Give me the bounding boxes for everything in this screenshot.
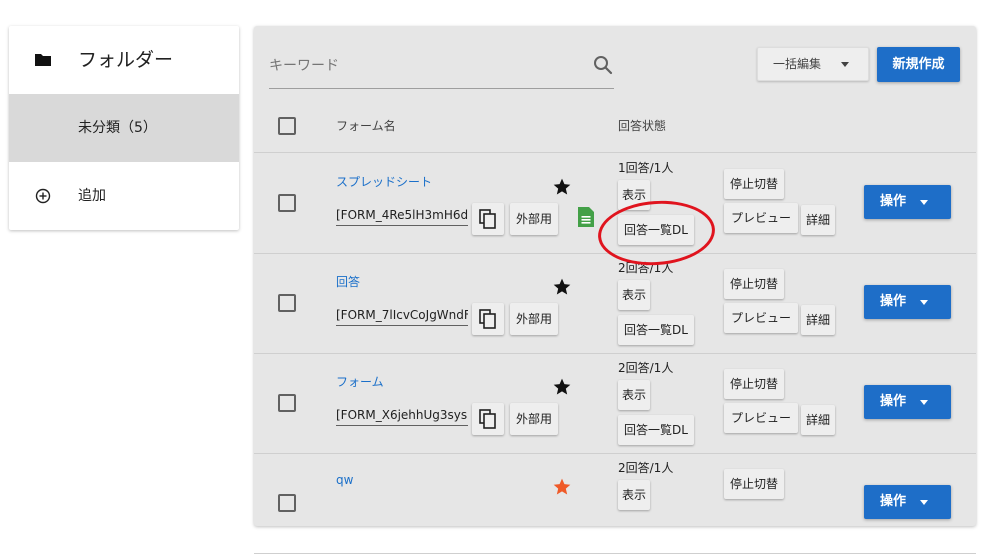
form-id-field[interactable]: [FORM_7lIcvCoJgWndF <box>336 305 468 326</box>
add-circle-icon <box>35 188 51 204</box>
new-form-button[interactable]: 新規作成 <box>877 47 960 82</box>
download-responses-button[interactable]: 回答一覧DL <box>618 315 694 345</box>
chevron-down-icon <box>920 400 928 405</box>
preview-button[interactable]: プレビュー <box>724 203 798 233</box>
chevron-down-icon <box>920 500 928 505</box>
table-row: フォーム [FORM_X6jehhUg3sys3 外部用 2回答/1人 表示 回… <box>254 353 976 454</box>
forms-panel: 一括編集 新規作成 フォーム名 回答状態 スプレッドシート [FORM_4Re5… <box>254 26 976 554</box>
copy-icon <box>479 309 496 329</box>
preview-button[interactable]: プレビュー <box>724 403 798 433</box>
form-name-link[interactable]: フォーム <box>336 373 384 390</box>
operations-label: 操作 <box>880 294 907 309</box>
external-button[interactable]: 外部用 <box>510 203 558 235</box>
bulk-edit-label: 一括編集 <box>773 57 822 71</box>
stop-toggle-button[interactable]: 停止切替 <box>724 269 784 299</box>
row-checkbox[interactable] <box>278 394 296 412</box>
sidebar-item-folder[interactable]: フォルダー <box>9 26 239 94</box>
column-header-status: 回答状態 <box>618 119 667 133</box>
folder-sidebar: フォルダー 未分類（5） 追加 <box>9 26 239 230</box>
search-input[interactable] <box>269 46 579 86</box>
form-id-field[interactable]: [FORM_4Re5lH3mH6dl <box>336 205 468 226</box>
show-button[interactable]: 表示 <box>618 480 650 510</box>
sidebar-item-unclassified[interactable]: 未分類（5） <box>9 94 239 162</box>
sidebar-add-label: 追加 <box>78 188 106 204</box>
column-header-form-name: フォーム名 <box>336 119 396 133</box>
star-icon[interactable] <box>552 477 572 497</box>
table-row: 回答 [FORM_7lIcvCoJgWndF 外部用 2回答/1人 表示 回答一… <box>254 253 976 354</box>
search-icon[interactable] <box>592 54 614 76</box>
operations-label: 操作 <box>880 194 907 209</box>
stop-toggle-button[interactable]: 停止切替 <box>724 169 784 199</box>
download-responses-button[interactable]: 回答一覧DL <box>618 415 694 445</box>
form-id-field[interactable]: [FORM_X6jehhUg3sys3 <box>336 405 468 426</box>
operations-button[interactable]: 操作 <box>864 185 951 219</box>
detail-button[interactable]: 詳細 <box>801 405 835 435</box>
form-name-link[interactable]: 回答 <box>336 273 360 290</box>
star-icon[interactable] <box>552 277 572 297</box>
external-button[interactable]: 外部用 <box>510 303 558 335</box>
table-row: スプレッドシート [FORM_4Re5lH3mH6dl 外部用 1回答/1人 表… <box>254 153 976 254</box>
folder-icon <box>35 54 51 66</box>
operations-label: 操作 <box>880 394 907 409</box>
download-responses-button[interactable]: 回答一覧DL <box>618 215 694 245</box>
select-all-checkbox[interactable] <box>278 117 296 135</box>
form-name-link[interactable]: スプレッドシート <box>336 173 432 190</box>
show-button[interactable]: 表示 <box>618 380 650 410</box>
search-field <box>269 46 614 89</box>
bulk-edit-button[interactable]: 一括編集 <box>757 47 869 81</box>
row-checkbox[interactable] <box>278 194 296 212</box>
chevron-down-icon <box>920 200 928 205</box>
preview-button[interactable]: プレビュー <box>724 303 798 333</box>
operations-label: 操作 <box>880 494 907 509</box>
operations-button[interactable]: 操作 <box>864 385 951 419</box>
show-button[interactable]: 表示 <box>618 280 650 310</box>
star-icon[interactable] <box>552 177 572 197</box>
chevron-down-icon <box>841 62 849 67</box>
stop-toggle-button[interactable]: 停止切替 <box>724 469 784 499</box>
row-checkbox[interactable] <box>278 294 296 312</box>
response-count: 2回答/1人 <box>618 261 674 275</box>
sidebar-unclassified-label: 未分類（5） <box>78 120 157 136</box>
detail-button[interactable]: 詳細 <box>801 205 835 235</box>
copy-button[interactable] <box>472 303 504 335</box>
copy-button[interactable] <box>472 203 504 235</box>
copy-icon <box>479 209 496 229</box>
operations-button[interactable]: 操作 <box>864 485 951 519</box>
spreadsheet-icon[interactable] <box>578 207 594 227</box>
star-icon[interactable] <box>552 377 572 397</box>
sidebar-item-add[interactable]: 追加 <box>9 162 239 230</box>
response-count: 2回答/1人 <box>618 361 674 375</box>
show-button[interactable]: 表示 <box>618 180 650 210</box>
form-name-link[interactable]: qw <box>336 473 353 487</box>
stop-toggle-button[interactable]: 停止切替 <box>724 369 784 399</box>
operations-button[interactable]: 操作 <box>864 285 951 319</box>
table-header: フォーム名 回答状態 <box>254 100 976 153</box>
copy-button[interactable] <box>472 403 504 435</box>
detail-button[interactable]: 詳細 <box>801 305 835 335</box>
copy-icon <box>479 409 496 429</box>
chevron-down-icon <box>920 300 928 305</box>
external-button[interactable]: 外部用 <box>510 403 558 435</box>
response-count: 1回答/1人 <box>618 161 674 175</box>
sidebar-folder-label: フォルダー <box>78 49 174 71</box>
row-checkbox[interactable] <box>278 494 296 512</box>
response-count: 2回答/1人 <box>618 461 674 475</box>
